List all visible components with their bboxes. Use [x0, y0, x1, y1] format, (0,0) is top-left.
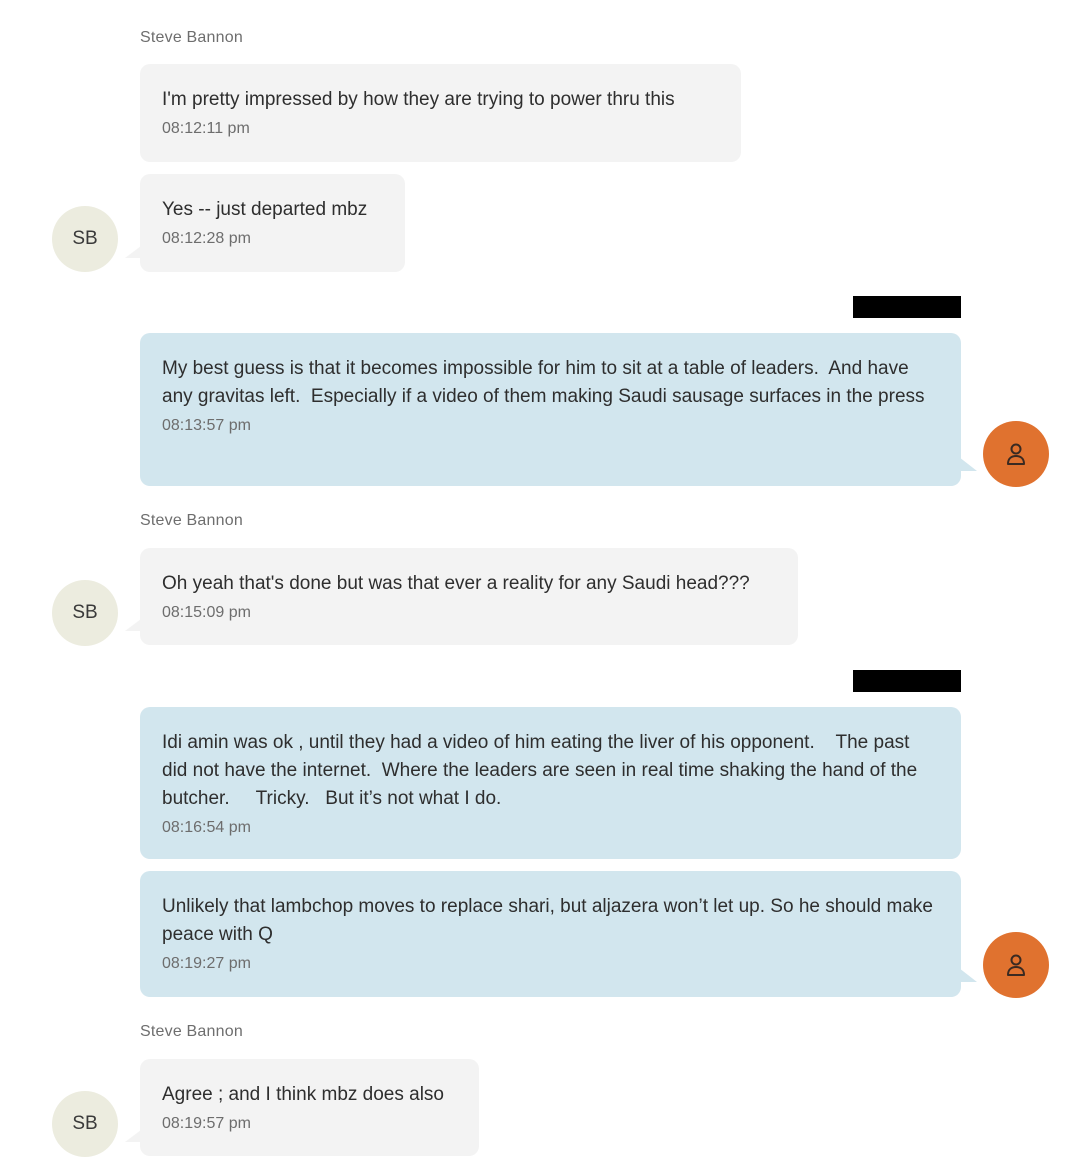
contact-avatar[interactable]: SB [52, 580, 118, 646]
sender-name: Steve Bannon [140, 29, 243, 46]
message-text: Unlikely that lambchop moves to replace … [162, 896, 939, 945]
redacted-sender-name [853, 296, 961, 318]
bubble-tail [959, 968, 977, 982]
message-bubble[interactable]: Agree ; and I think mbz does also 08:19:… [140, 1059, 479, 1156]
message-timestamp: 08:19:27 pm [162, 955, 251, 972]
message-text: I'm pretty impressed by how they are try… [162, 89, 675, 110]
avatar-initials: SB [72, 602, 98, 623]
avatar-initials: SB [72, 228, 98, 249]
message-bubble[interactable]: Idi amin was ok , until they had a video… [140, 707, 961, 859]
person-icon [1007, 954, 1025, 976]
bubble-tail [125, 246, 141, 258]
avatar-initials: SB [72, 1113, 98, 1134]
message-text: Agree ; and I think mbz does also [162, 1084, 444, 1105]
bubble-tail [125, 619, 141, 631]
message-text: Idi amin was ok , until they had a video… [162, 732, 923, 809]
message-text: Oh yeah that's done but was that ever a … [162, 573, 750, 594]
user-avatar[interactable] [983, 421, 1049, 487]
sender-name: Steve Bannon [140, 512, 243, 529]
message-bubble[interactable]: Yes -- just departed mbz 08:12:28 pm [140, 174, 405, 272]
user-avatar[interactable] [983, 932, 1049, 998]
message-timestamp: 08:13:57 pm [162, 417, 251, 434]
contact-avatar[interactable]: SB [52, 206, 118, 272]
bubble-tail [125, 1130, 141, 1142]
person-icon [1007, 443, 1025, 465]
message-timestamp: 08:16:54 pm [162, 819, 251, 836]
message-text: Yes -- just departed mbz [162, 199, 368, 220]
message-bubble[interactable]: My best guess is that it becomes impossi… [140, 333, 961, 486]
message-bubble[interactable]: I'm pretty impressed by how they are try… [140, 64, 741, 162]
sender-name: Steve Bannon [140, 1023, 243, 1040]
message-timestamp: 08:12:28 pm [162, 230, 251, 247]
message-bubble[interactable]: Unlikely that lambchop moves to replace … [140, 871, 961, 997]
contact-avatar[interactable]: SB [52, 1091, 118, 1157]
redacted-sender-name [853, 670, 961, 692]
message-bubble[interactable]: Oh yeah that's done but was that ever a … [140, 548, 798, 645]
message-timestamp: 08:15:09 pm [162, 604, 251, 621]
message-timestamp: 08:19:57 pm [162, 1115, 251, 1132]
message-timestamp: 08:12:11 pm [162, 120, 250, 137]
message-text: My best guess is that it becomes impossi… [162, 358, 925, 407]
bubble-tail [959, 457, 977, 471]
